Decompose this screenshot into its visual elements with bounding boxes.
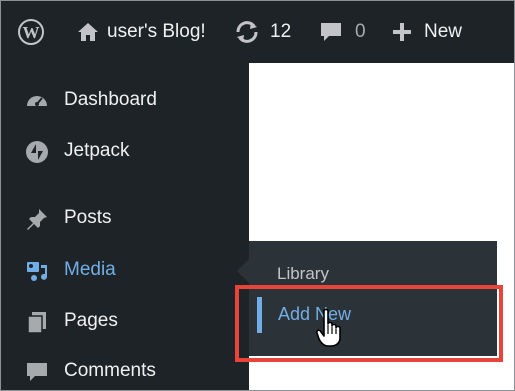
submenu-item-library[interactable]: Library [277, 264, 329, 284]
updates-icon [236, 21, 258, 43]
wordpress-logo-button[interactable]: W [18, 1, 44, 63]
comments-icon [27, 363, 47, 381]
comments-link[interactable]: 0 [319, 1, 366, 63]
menu-item-media[interactable]: Media [1, 250, 249, 290]
new-content-button[interactable]: New [392, 1, 462, 63]
menu-item-dashboard[interactable]: Dashboard [1, 80, 249, 120]
jetpack-icon [26, 141, 48, 163]
menu-label-media: Media [64, 259, 116, 280]
menu-item-pages[interactable]: Pages [1, 301, 249, 341]
pages-icon [27, 312, 46, 334]
menu-item-posts[interactable]: Posts [1, 198, 249, 238]
menu-label-pages: Pages [64, 310, 118, 331]
menu-label-comments: Comments [64, 360, 156, 381]
new-label: New [424, 21, 463, 42]
pin-icon [27, 209, 47, 230]
highlight-box [235, 285, 503, 362]
menu-item-jetpack[interactable]: Jetpack [1, 131, 249, 171]
site-name-label: user's Blog! [107, 21, 206, 42]
updates-link[interactable]: 12 [234, 1, 291, 63]
menu-item-comments[interactable]: Comments [1, 351, 249, 390]
menu-label-dashboard: Dashboard [64, 89, 157, 110]
menu-label-posts: Posts [64, 207, 112, 228]
comment-bubble-icon [321, 23, 341, 41]
svg-text:W: W [23, 23, 40, 42]
admin-bar: W user's Blog! 12 0 New [1, 1, 514, 63]
comments-count: 0 [355, 21, 366, 42]
site-name-link[interactable]: user's Blog! [77, 1, 206, 63]
admin-menu: Dashboard Jetpack Posts Media Pages Comm… [1, 63, 249, 390]
submenu-pointer [237, 259, 249, 283]
plus-icon [393, 23, 411, 41]
wordpress-logo-icon: W [18, 19, 44, 45]
media-icon [27, 262, 47, 281]
dashboard-icon [27, 96, 47, 106]
home-icon [78, 23, 98, 41]
hand-cursor-icon [316, 308, 341, 347]
updates-count: 12 [270, 21, 292, 42]
menu-label-jetpack: Jetpack [64, 140, 130, 161]
wp-admin-screen: W user's Blog! 12 0 New Dashboard Jetpac… [0, 0, 515, 391]
